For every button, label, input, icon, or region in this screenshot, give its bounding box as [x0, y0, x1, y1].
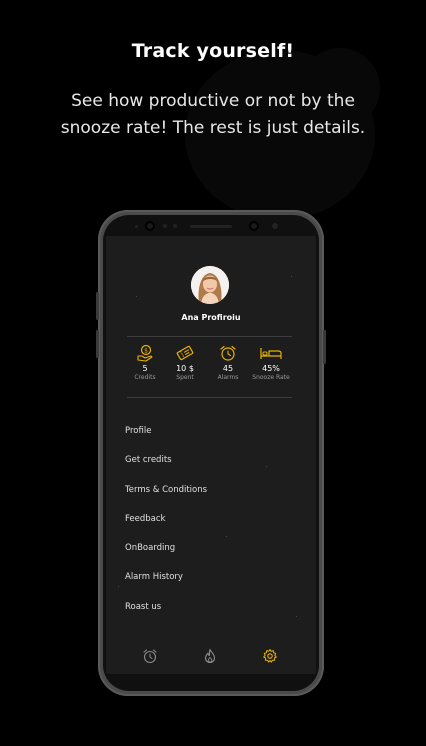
- screen-speck: [291, 276, 292, 277]
- stat-value: 45: [222, 364, 234, 373]
- phone-front-camera: [145, 221, 155, 231]
- svg-text:$: $: [144, 347, 148, 354]
- stat-value: 45%: [262, 364, 280, 373]
- screen-speck: [118, 586, 119, 587]
- tab-alarms[interactable]: [142, 648, 158, 664]
- phone-sensor: [272, 223, 278, 229]
- stats-top-divider: [127, 336, 292, 337]
- avatar-portrait-icon: [191, 266, 229, 304]
- phone-speaker: [190, 225, 232, 228]
- screen-speck: [226, 536, 227, 537]
- screen-speck: [136, 296, 137, 297]
- avatar[interactable]: [191, 266, 229, 304]
- menu-item-alarm-history[interactable]: Alarm History: [125, 568, 207, 597]
- alarm-clock-icon: [220, 345, 236, 361]
- stat-label: Alarms: [217, 374, 239, 381]
- phone-volume-button: [96, 330, 99, 358]
- tab-settings[interactable]: [262, 648, 278, 664]
- screen-speck: [266, 466, 267, 467]
- menu-item-get-credits[interactable]: Get credits: [125, 451, 207, 480]
- coin-hand-icon: $: [137, 344, 153, 362]
- tab-streak[interactable]: [202, 648, 218, 664]
- stat-label: Snooze Rate: [252, 374, 290, 381]
- page-subheadline: See how productive or not by the snooze …: [60, 91, 366, 138]
- phone-power-button: [323, 330, 326, 364]
- app-screen: Ana Profiroiu $ 5 Credits 10 $ Spent 45 …: [106, 236, 316, 674]
- phone-sensor: [173, 224, 177, 228]
- stat-spent: 10 $ Spent: [161, 344, 209, 381]
- stats-bottom-divider: [127, 397, 292, 398]
- menu-item-profile[interactable]: Profile: [125, 422, 207, 451]
- profile-name: Ana Profiroiu: [181, 313, 241, 322]
- bottom-tab-bar: [106, 644, 316, 668]
- stat-snooze-rate: 45% Snooze Rate: [247, 344, 295, 381]
- settings-menu: Profile Get credits Terms & Conditions F…: [125, 422, 207, 627]
- menu-item-terms-conditions[interactable]: Terms & Conditions: [125, 481, 207, 510]
- phone-volume-button: [96, 292, 99, 320]
- phone-sensor: [135, 225, 138, 228]
- stat-label: Spent: [176, 374, 194, 381]
- flame-icon: [204, 648, 216, 664]
- menu-item-onboarding[interactable]: OnBoarding: [125, 539, 207, 568]
- ticket-icon: [176, 345, 194, 361]
- stat-value: 10 $: [176, 364, 194, 373]
- page-headline: Track yourself!: [131, 40, 295, 62]
- bed-icon: [260, 348, 282, 359]
- phone-iris-scanner: [249, 221, 259, 231]
- gear-icon: [263, 649, 277, 663]
- phone-sensor: [163, 224, 167, 228]
- screen-speck: [296, 616, 297, 617]
- menu-item-roast-us[interactable]: Roast us: [125, 598, 207, 627]
- stat-alarms: 45 Alarms: [204, 344, 252, 381]
- alarm-clock-icon: [143, 649, 157, 664]
- menu-item-feedback[interactable]: Feedback: [125, 510, 207, 539]
